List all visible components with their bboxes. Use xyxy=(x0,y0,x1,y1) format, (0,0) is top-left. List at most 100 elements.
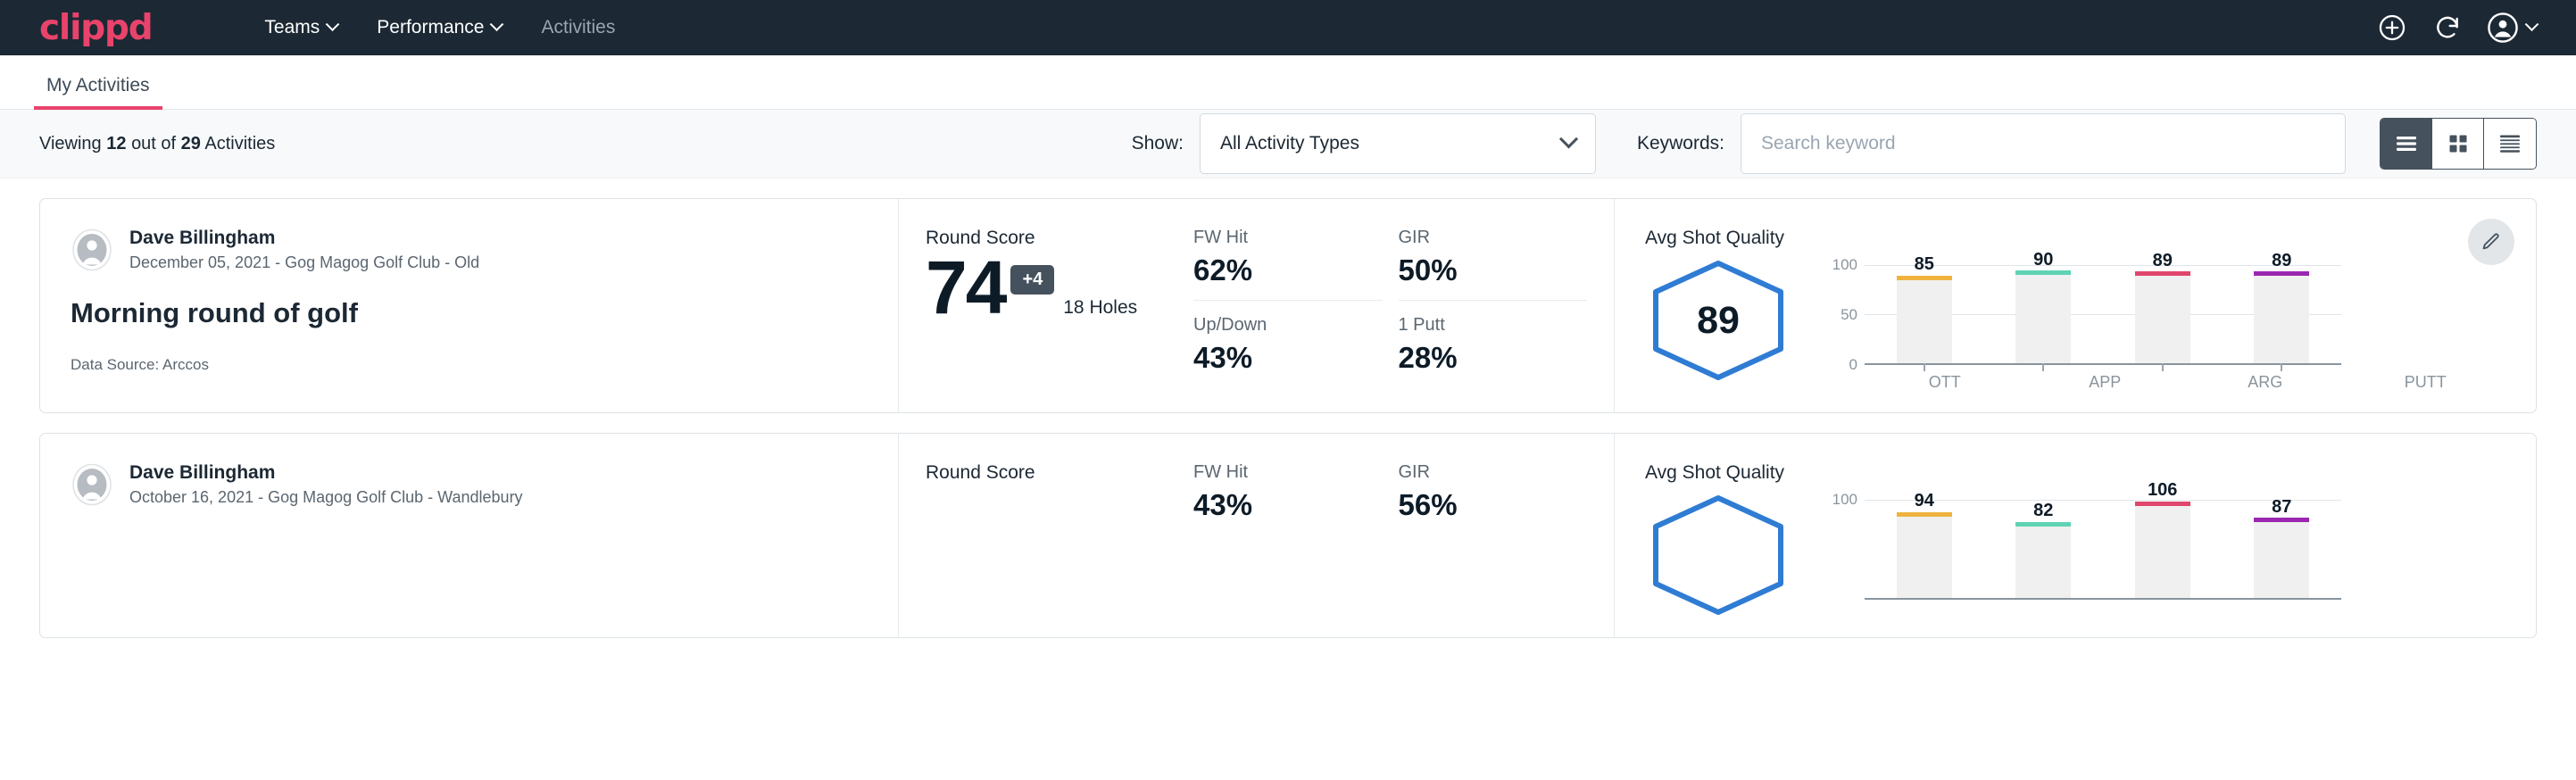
chart-y-axis: 100 50 0 xyxy=(1824,265,1865,365)
view-mode-toggle xyxy=(2380,118,2537,170)
avatar xyxy=(71,463,113,506)
viewing-summary: Viewing 12 out of 29 Activities xyxy=(39,134,275,154)
bar-ott-value: 94 xyxy=(1915,491,1934,511)
activity-data-source: Data Source: Arccos xyxy=(71,356,868,374)
bar-ott-value: 85 xyxy=(1915,254,1934,275)
shot-quality-hexagon-wrap xyxy=(1645,493,1791,618)
viewing-count: 12 xyxy=(106,134,126,154)
refresh-icon[interactable] xyxy=(2432,12,2463,43)
round-score-row: 74 +4 18 Holes xyxy=(926,253,1193,324)
bar-putt: 87 xyxy=(2254,500,2309,598)
shot-quality-hexagon-wrap: 89 xyxy=(1645,258,1791,383)
edit-activity-button[interactable] xyxy=(2468,219,2514,265)
stats-panel: FW Hit 43% GIR 56% xyxy=(1193,434,1615,637)
activity-date-course: October 16, 2021 - Gog Magog Golf Club -… xyxy=(129,488,523,507)
shot-quality-hexagon xyxy=(1645,493,1791,618)
bar-app: 82 xyxy=(2015,500,2071,598)
search-input[interactable] xyxy=(1741,113,2346,174)
activity-card[interactable]: Dave Billingham December 05, 2021 - Gog … xyxy=(39,198,2537,413)
round-score-value: 74 xyxy=(926,253,1005,324)
show-label: Show: xyxy=(1132,133,1184,154)
stat-gir-value: 56% xyxy=(1399,488,1588,522)
activity-date-course: December 05, 2021 - Gog Magog Golf Club … xyxy=(129,253,479,272)
round-score-panel: Round Score xyxy=(899,434,1193,637)
x-label-putt: PUTT xyxy=(2397,373,2453,392)
chevron-down-icon xyxy=(326,17,340,31)
bar-app: 90 xyxy=(2015,265,2071,363)
stat-gir-value: 50% xyxy=(1399,253,1588,287)
bar-arg-value: 89 xyxy=(2153,251,2173,271)
player-row: Dave Billingham December 05, 2021 - Gog … xyxy=(71,228,868,272)
bar-ott: 85 xyxy=(1897,265,1952,363)
round-score-label: Round Score xyxy=(926,462,1193,484)
stats-panel: FW Hit 62% GIR 50% Up/Down 43% 1 Putt 28… xyxy=(1193,199,1615,412)
activity-title: Morning round of golf xyxy=(71,297,868,329)
list-view-button[interactable] xyxy=(2381,119,2432,169)
avg-shot-quality-value: 89 xyxy=(1697,299,1740,343)
y-tick-0: 0 xyxy=(1849,356,1857,374)
tab-my-activities[interactable]: My Activities xyxy=(39,75,157,109)
account-avatar-icon[interactable] xyxy=(2488,12,2518,43)
grid-view-button[interactable] xyxy=(2432,119,2484,169)
score-delta-badge: +4 xyxy=(1010,265,1054,295)
y-tick-100: 100 xyxy=(1832,256,1857,274)
y-tick-50: 50 xyxy=(1841,306,1857,324)
stat-up-down-value: 43% xyxy=(1193,341,1383,375)
stat-gir: GIR 56% xyxy=(1399,462,1588,535)
stat-fw-hit-value: 62% xyxy=(1193,253,1383,287)
account-menu[interactable] xyxy=(2488,12,2537,43)
nav-item-performance-label: Performance xyxy=(377,17,484,38)
avg-shot-quality-body: 100 94 82 xyxy=(1645,493,2505,618)
bar-app-value: 82 xyxy=(2033,501,2053,521)
viewing-middle: out of xyxy=(131,134,176,154)
nav-item-activities-label: Activities xyxy=(541,17,615,38)
stat-fw-hit: FW Hit 62% xyxy=(1193,228,1383,301)
avg-shot-quality-panel: Avg Shot Quality 100 xyxy=(1615,434,2536,637)
stat-fw-hit-value: 43% xyxy=(1193,488,1383,522)
stat-gir-label: GIR xyxy=(1399,462,1588,483)
stat-gir-label: GIR xyxy=(1399,228,1588,248)
clippd-logo[interactable]: clippd xyxy=(39,11,152,46)
compact-list-view-button[interactable] xyxy=(2484,119,2536,169)
round-score-panel: Round Score 74 +4 18 Holes xyxy=(899,199,1193,412)
x-label-ott: OTT xyxy=(1917,373,1973,392)
stat-gir: GIR 50% xyxy=(1399,228,1588,301)
chevron-down-icon xyxy=(2525,17,2539,31)
pencil-icon xyxy=(2480,231,2502,253)
holes-label: 18 Holes xyxy=(1063,297,1137,319)
avg-shot-quality-body: 89 100 50 0 xyxy=(1645,258,2505,393)
shot-quality-chart: 100 94 82 xyxy=(1824,493,2341,600)
plus-circle-icon[interactable] xyxy=(2377,12,2407,43)
nav-item-activities[interactable]: Activities xyxy=(521,10,635,46)
filter-bar: Viewing 12 out of 29 Activities Show: Al… xyxy=(0,110,2576,178)
stat-one-putt-value: 28% xyxy=(1399,341,1588,375)
viewing-prefix: Viewing xyxy=(39,134,102,154)
bar-arg: 106 xyxy=(2135,500,2190,598)
activity-card[interactable]: Dave Billingham October 16, 2021 - Gog M… xyxy=(39,433,2537,638)
avg-shot-quality-label: Avg Shot Quality xyxy=(1645,462,2505,484)
stat-fw-hit: FW Hit 43% xyxy=(1193,462,1383,535)
chevron-down-icon xyxy=(490,17,504,31)
viewing-suffix: Activities xyxy=(204,134,275,154)
chart-x-axis: OTT APP ARG PUTT xyxy=(1865,365,2505,392)
avg-shot-quality-panel: Avg Shot Quality 89 100 50 xyxy=(1615,199,2536,412)
activity-type-select[interactable]: All Activity Types xyxy=(1200,113,1596,174)
chart-plot-area: 94 82 106 xyxy=(1865,500,2341,600)
chart-y-axis: 100 xyxy=(1824,500,1865,600)
nav-item-teams[interactable]: Teams xyxy=(245,10,357,46)
x-label-arg: ARG xyxy=(2238,373,2293,392)
nav-item-performance[interactable]: Performance xyxy=(357,10,521,46)
bar-ott: 94 xyxy=(1897,500,1952,598)
bar-putt: 89 xyxy=(2254,265,2309,363)
player-name: Dave Billingham xyxy=(129,228,479,249)
stat-up-down-label: Up/Down xyxy=(1193,315,1383,336)
shot-quality-hexagon: 89 xyxy=(1645,258,1791,383)
activity-type-select-value: All Activity Types xyxy=(1220,133,1562,154)
keywords-label: Keywords: xyxy=(1637,133,1724,154)
bar-putt-value: 87 xyxy=(2272,497,2291,518)
bar-arg: 89 xyxy=(2135,265,2190,363)
primary-nav: Teams Performance Activities xyxy=(245,10,635,46)
activity-summary: Dave Billingham October 16, 2021 - Gog M… xyxy=(40,434,899,637)
bar-arg-value: 106 xyxy=(2148,480,2177,501)
tab-strip: My Activities xyxy=(0,55,2576,110)
